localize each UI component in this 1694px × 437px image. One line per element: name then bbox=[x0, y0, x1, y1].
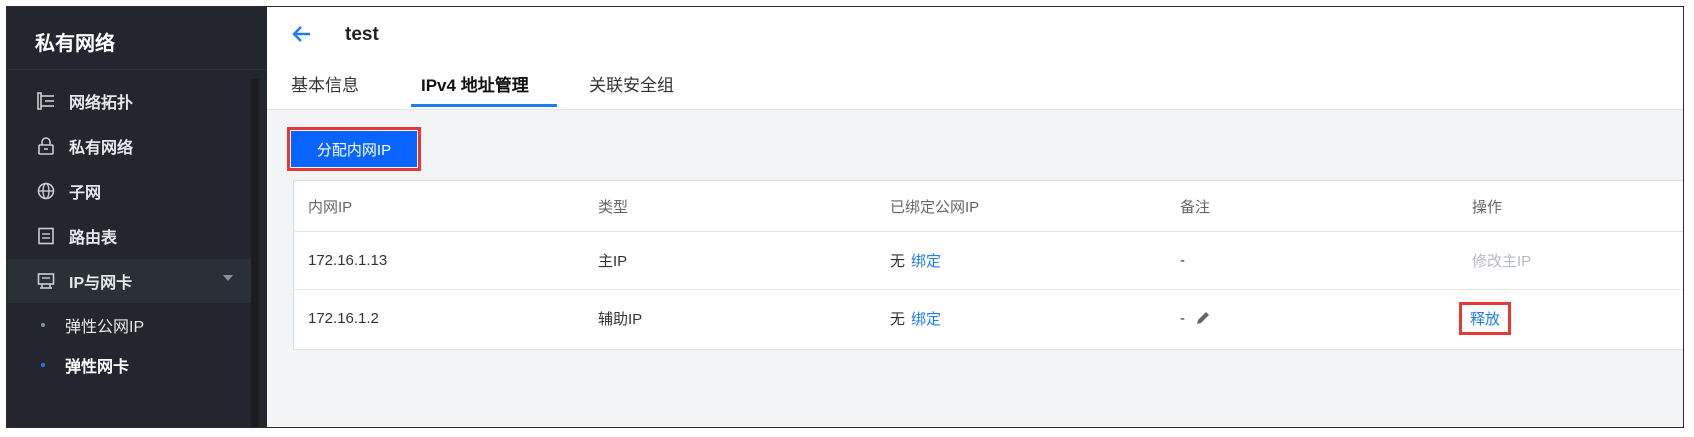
table-header-row: 内网IP 类型 已绑定公网IP 备注 操作 bbox=[294, 181, 1683, 232]
main-content: test 基本信息 IPv4 地址管理 关联安全组 分配内网IP 内网IP 类型… bbox=[267, 7, 1683, 427]
tab-ipv4-management[interactable]: IPv4 地址管理 bbox=[421, 71, 529, 107]
cell-public-ip: 无 绑定 bbox=[890, 231, 941, 289]
sidebar-item-subnet[interactable]: 子网 bbox=[7, 169, 251, 213]
sidebar-item-ip-nic[interactable]: IP与网卡 bbox=[7, 259, 251, 303]
sidebar-title: 私有网络 bbox=[35, 33, 115, 55]
sidebar-scrollbar[interactable] bbox=[251, 79, 259, 427]
ip-table: 内网IP 类型 已绑定公网IP 备注 操作 172.16.1.13 主IP 无 … bbox=[293, 180, 1683, 350]
bullet-icon bbox=[41, 363, 45, 367]
column-header-action: 操作 bbox=[1472, 198, 1503, 216]
sidebar-item-label: 子网 bbox=[69, 185, 102, 202]
page-header: test 基本信息 IPv4 地址管理 关联安全组 bbox=[267, 7, 1683, 110]
bind-link[interactable]: 绑定 bbox=[911, 308, 941, 329]
edit-pencil-icon[interactable] bbox=[1195, 310, 1211, 326]
sidebar-item-route-table[interactable]: 路由表 bbox=[7, 214, 251, 258]
sidebar-divider bbox=[7, 69, 267, 70]
cell-private-ip: 172.16.1.13 bbox=[308, 251, 388, 269]
cell-type: 主IP bbox=[598, 252, 628, 270]
bind-link[interactable]: 绑定 bbox=[911, 250, 941, 271]
lock-icon bbox=[35, 135, 57, 157]
assign-private-ip-button[interactable]: 分配内网IP bbox=[287, 127, 421, 171]
topology-icon bbox=[35, 90, 57, 112]
sidebar-item-label: IP与网卡 bbox=[69, 275, 133, 292]
public-ip-value: 无 bbox=[890, 252, 906, 270]
cell-private-ip: 172.16.1.2 bbox=[308, 309, 379, 327]
cell-action: 释放 bbox=[1458, 289, 1512, 347]
back-arrow-icon[interactable] bbox=[289, 21, 315, 47]
cell-note: - bbox=[1180, 289, 1211, 347]
cell-type: 辅助IP bbox=[598, 310, 643, 328]
sidebar-subitem-label: 弹性公网IP bbox=[65, 319, 145, 336]
network-card-icon bbox=[35, 270, 57, 292]
globe-icon bbox=[35, 180, 57, 202]
sidebar-item-label: 网络拓扑 bbox=[69, 95, 134, 112]
app-window: 私有网络 网络拓扑 私有网络 子网 路由表 IP与网卡 弹性公网IP 弹性网卡 … bbox=[6, 6, 1684, 428]
document-icon bbox=[35, 225, 57, 247]
sidebar-subitem-label: 弹性网卡 bbox=[65, 359, 130, 376]
column-header-type: 类型 bbox=[598, 198, 629, 216]
tab-basic-info[interactable]: 基本信息 bbox=[291, 71, 359, 107]
tab-security-groups[interactable]: 关联安全组 bbox=[589, 71, 674, 107]
modify-primary-ip-link: 修改主IP bbox=[1472, 252, 1532, 270]
note-value: - bbox=[1180, 309, 1185, 327]
table-row: 172.16.1.13 主IP 无 绑定 - 修改主IP bbox=[294, 231, 1683, 290]
sidebar-subitem-eip[interactable]: 弹性公网IP bbox=[7, 305, 251, 345]
column-header-private-ip: 内网IP bbox=[308, 198, 353, 216]
release-button[interactable]: 释放 bbox=[1458, 301, 1512, 335]
sidebar-item-topology[interactable]: 网络拓扑 bbox=[7, 79, 251, 123]
public-ip-value: 无 bbox=[890, 310, 906, 328]
table-row: 172.16.1.2 辅助IP 无 绑定 - 释放 bbox=[294, 289, 1683, 347]
cell-public-ip: 无 绑定 bbox=[890, 289, 941, 347]
chevron-down-icon[interactable] bbox=[223, 275, 233, 281]
cell-note: - bbox=[1180, 251, 1185, 269]
sidebar: 私有网络 网络拓扑 私有网络 子网 路由表 IP与网卡 弹性公网IP 弹性网卡 bbox=[7, 7, 267, 427]
sidebar-subitem-eni[interactable]: 弹性网卡 bbox=[7, 345, 251, 385]
bullet-icon bbox=[41, 323, 45, 327]
column-header-public-ip: 已绑定公网IP bbox=[890, 198, 980, 216]
sidebar-item-label: 路由表 bbox=[69, 230, 118, 247]
page-title: test bbox=[345, 24, 379, 45]
active-tab-indicator bbox=[411, 104, 557, 107]
sidebar-item-label: 私有网络 bbox=[69, 140, 134, 157]
column-header-note: 备注 bbox=[1180, 198, 1211, 216]
sidebar-item-vpc[interactable]: 私有网络 bbox=[7, 124, 251, 168]
